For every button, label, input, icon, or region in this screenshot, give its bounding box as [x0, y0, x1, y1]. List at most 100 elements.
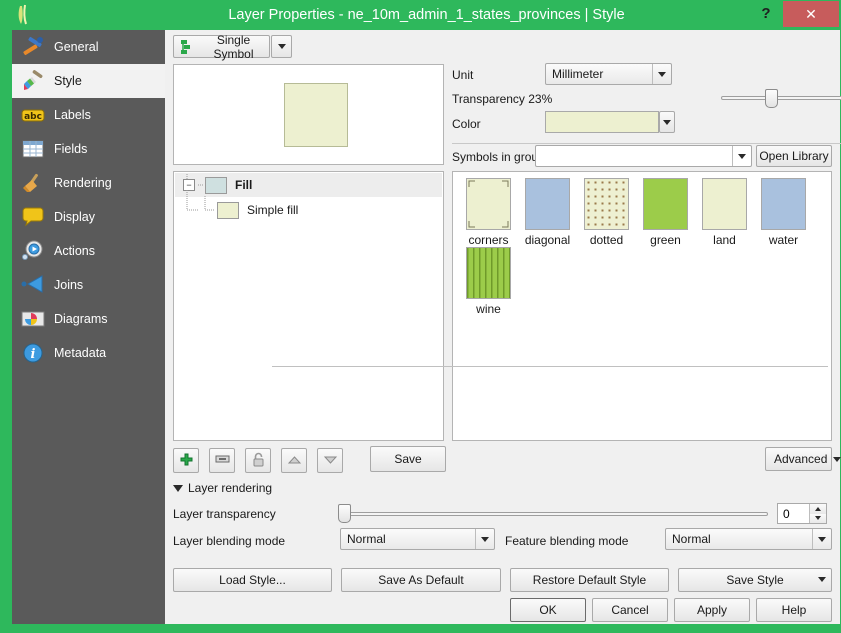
style-panel: Single Symbol − Fill Simple fill Save Un… — [165, 30, 841, 624]
tree-fill-label: Fill — [235, 178, 253, 192]
symbol-swatch — [466, 247, 511, 299]
restore-default-style-button[interactable]: Restore Default Style — [510, 568, 669, 592]
remove-symbol-layer-button[interactable] — [209, 448, 235, 473]
properties-divider — [452, 143, 841, 144]
arrow-down-icon — [323, 454, 338, 468]
sidebar-item-display[interactable]: Display — [12, 200, 165, 234]
save-style-label: Save Style — [726, 573, 784, 587]
sidebar-item-metadata[interactable]: i Metadata — [12, 336, 165, 370]
chevron-down-icon — [833, 456, 841, 462]
load-style-button[interactable]: Load Style... — [173, 568, 332, 592]
symbol-library-item[interactable]: wine — [459, 247, 518, 316]
symbol-library-item[interactable]: corners — [459, 178, 518, 247]
symbol-transparency-slider-track[interactable] — [721, 96, 841, 100]
symbol-preview-swatch — [284, 83, 348, 147]
feature-blending-mode-combo[interactable]: Normal — [665, 528, 832, 550]
speech-bubble-icon — [20, 204, 46, 230]
symbols-in-group-label: Symbols in group — [452, 150, 545, 164]
tree-row-simple-fill[interactable]: Simple fill — [175, 197, 442, 223]
symbol-library-item[interactable]: water — [754, 178, 813, 247]
help-button[interactable]: Help — [756, 598, 832, 622]
advanced-label: Advanced — [774, 452, 828, 466]
symbol-label: corners — [468, 233, 509, 247]
group-divider — [272, 366, 828, 367]
tree-collapse-toggle[interactable]: − — [183, 179, 195, 191]
move-up-symbol-layer-button[interactable] — [281, 448, 307, 473]
tree-simple-fill-label: Simple fill — [247, 203, 299, 217]
symbol-label: green — [650, 233, 681, 247]
save-style-dropdown-arrow[interactable] — [818, 577, 826, 582]
color-dropdown-arrow[interactable] — [659, 111, 675, 133]
minus-icon — [215, 453, 230, 468]
layer-blending-mode-combo[interactable]: Normal — [340, 528, 495, 550]
move-down-symbol-layer-button[interactable] — [317, 448, 343, 473]
sidebar-item-label: Rendering — [54, 176, 112, 190]
sidebar-item-label: Metadata — [54, 346, 107, 360]
chevron-down-icon — [652, 64, 671, 84]
symbol-label: water — [768, 233, 799, 247]
sidebar-item-general[interactable]: General — [12, 30, 165, 64]
renderer-type-dropdown-arrow[interactable] — [271, 35, 292, 58]
color-swatch-button[interactable] — [545, 111, 659, 133]
save-as-default-button[interactable]: Save As Default — [341, 568, 501, 592]
symbol-library-item[interactable]: dotted — [577, 178, 636, 247]
spin-down-button[interactable] — [810, 513, 826, 523]
ok-button[interactable]: OK — [510, 598, 586, 622]
open-library-button[interactable]: Open Library — [756, 145, 832, 167]
sidebar-item-label: Actions — [54, 244, 95, 258]
symbol-transparency-slider-handle[interactable] — [765, 89, 778, 108]
sidebar-item-joins[interactable]: Joins — [12, 268, 165, 302]
sidebar-item-diagrams[interactable]: Diagrams — [12, 302, 165, 336]
sidebar-item-label: Diagrams — [54, 312, 108, 326]
symbol-library-item[interactable]: land — [695, 178, 754, 247]
spin-up-button[interactable] — [810, 504, 826, 514]
layer-transparency-spinbox[interactable]: 0 — [777, 503, 827, 524]
svg-text:abc: abc — [24, 112, 42, 122]
save-symbol-button[interactable]: Save — [370, 446, 446, 472]
symbol-library-item[interactable]: green — [636, 178, 695, 247]
triangle-down-icon — [173, 484, 183, 492]
spinbox-buttons[interactable] — [809, 504, 826, 523]
unit-label: Unit — [452, 68, 474, 82]
lock-icon — [252, 452, 265, 470]
save-style-button[interactable]: Save Style — [678, 568, 832, 592]
sidebar-item-label: Labels — [54, 108, 91, 122]
triangle-down-icon — [815, 516, 821, 521]
unit-value: Millimeter — [552, 67, 604, 81]
symbol-swatch — [643, 178, 688, 230]
sidebar-item-style[interactable]: Style — [12, 64, 165, 98]
close-button[interactable]: ✕ — [783, 1, 839, 27]
sidebar-item-actions[interactable]: Actions — [12, 234, 165, 268]
color-label: Color — [452, 117, 481, 131]
symbols-in-group-combo[interactable] — [535, 145, 752, 167]
add-symbol-layer-button[interactable] — [173, 448, 199, 473]
lock-symbol-layer-button[interactable] — [245, 448, 271, 473]
unit-combo[interactable]: Millimeter — [545, 63, 672, 85]
symbol-swatch — [584, 178, 629, 230]
layer-transparency-label: Layer transparency — [173, 507, 276, 521]
layer-rendering-label: Layer rendering — [188, 481, 273, 495]
sidebar-item-label: Joins — [54, 278, 84, 292]
apply-button[interactable]: Apply — [674, 598, 750, 622]
layer-rendering-group-header[interactable]: Layer rendering — [173, 481, 272, 495]
tree-row-fill[interactable]: − Fill — [175, 173, 442, 197]
layer-transparency-slider-handle[interactable] — [338, 504, 351, 523]
cancel-button[interactable]: Cancel — [592, 598, 668, 622]
layer-transparency-slider-track[interactable] — [340, 512, 768, 516]
sidebar-item-fields[interactable]: Fields — [12, 132, 165, 166]
advanced-button[interactable]: Advanced — [765, 447, 841, 471]
titlebar-help-button[interactable]: ? — [753, 0, 779, 28]
symbol-library-item[interactable]: diagonal — [518, 178, 577, 247]
renderer-type-button[interactable]: Single Symbol — [173, 33, 270, 61]
chevron-down-icon — [475, 529, 494, 549]
title-bar: Layer Properties - ne_10m_admin_1_states… — [6, 0, 841, 30]
chevron-down-icon — [732, 146, 751, 166]
single-symbol-icon — [178, 39, 194, 55]
chevron-down-icon — [277, 44, 286, 49]
symbol-library-panel: corners diagonal dotted green land water wine — [452, 171, 832, 441]
sidebar-item-labels[interactable]: abc Labels — [12, 98, 165, 132]
sidebar-item-rendering[interactable]: Rendering — [12, 166, 165, 200]
gear-play-icon — [20, 238, 46, 264]
sidebar-nav: General Style abc Labels Fields Renderin… — [12, 30, 165, 624]
symbol-preview-area — [173, 64, 444, 165]
